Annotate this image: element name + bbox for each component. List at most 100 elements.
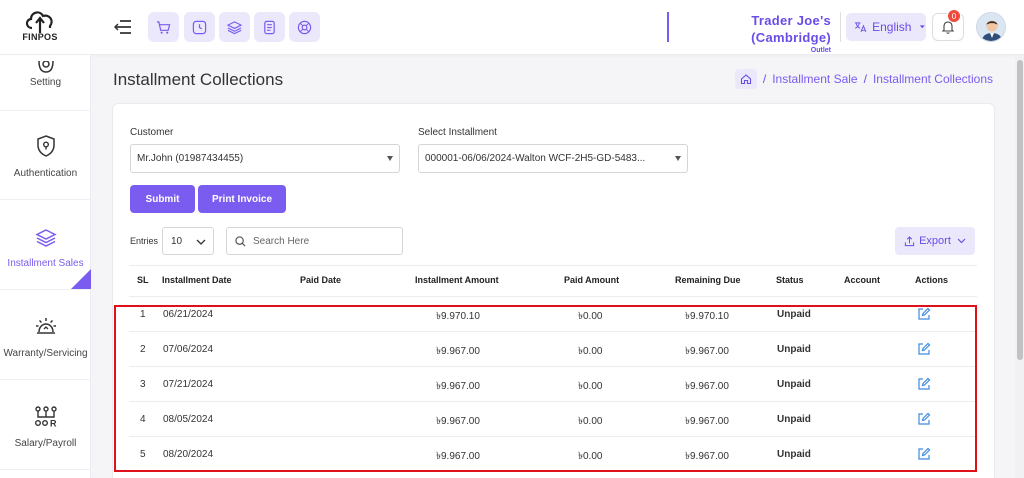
entries-label: Entries: [130, 236, 159, 246]
language-dropdown[interactable]: English: [846, 13, 926, 41]
search-icon: [235, 235, 246, 247]
installment-select[interactable]: 000001-06/06/2024-Walton WCF-2H5-GD-5483…: [418, 144, 688, 173]
translate-icon: [854, 22, 867, 33]
chevron-down-icon: [957, 238, 966, 244]
entries-select[interactable]: 10: [162, 227, 214, 255]
scrollbar-thumb[interactable]: [1017, 60, 1023, 360]
cell-remaining-due: ৳9.967.00: [685, 451, 729, 462]
cell-installment-amount: ৳9.967.00: [436, 451, 480, 462]
sidebar-label-warranty-servicing: Warranty/Servicing: [3, 348, 88, 359]
store-type: Outlet: [810, 47, 831, 54]
col-header-paid-amount: Paid Amount: [564, 275, 620, 285]
customer-label: Customer: [130, 127, 174, 138]
table-row: 4 08/05/2024 ৳9.967.00 ৳0.00 ৳9.967.00 U…: [129, 402, 977, 437]
installment-value: 000001-06/06/2024-Walton WCF-2H5-GD-5483…: [425, 153, 646, 164]
sidebar-label-installment-sales: Installment Sales: [7, 258, 84, 269]
export-label: Export: [919, 235, 951, 247]
header-divider: [840, 12, 841, 42]
caret-down-icon: [920, 25, 926, 29]
search-input[interactable]: [253, 235, 393, 247]
layers-icon: [227, 20, 242, 34]
reports-button[interactable]: [254, 12, 285, 42]
entries-value: 10: [171, 235, 183, 247]
cell-sl: 4: [140, 414, 146, 425]
cell-installment-amount: ৳9.970.10: [436, 311, 480, 322]
sidebar-item-installment-sales[interactable]: Installment Sales: [0, 201, 91, 290]
edit-icon[interactable]: [917, 447, 931, 461]
menu-collapse-button[interactable]: [113, 17, 133, 37]
table-row: 5 08/20/2024 ৳9.967.00 ৳0.00 ৳9.967.00 U…: [129, 437, 977, 472]
col-header-status: Status: [776, 275, 804, 285]
breadcrumb-home[interactable]: [734, 69, 757, 89]
sidebar-item-warranty-servicing[interactable]: Warranty/Servicing: [0, 291, 91, 380]
breadcrumb-installment-collections[interactable]: Installment Collections: [873, 72, 993, 86]
col-header-remaining-due: Remaining Due: [675, 275, 741, 285]
print-invoice-button[interactable]: Print Invoice: [198, 185, 286, 213]
user-avatar[interactable]: [976, 12, 1006, 42]
store-name: Trader Joe's (Cambridge): [751, 13, 831, 45]
cell-paid-amount: ৳0.00: [578, 381, 603, 392]
notification-badge: 0: [947, 9, 961, 23]
active-indicator: [71, 269, 91, 289]
cell-sl: 5: [140, 449, 146, 460]
export-button[interactable]: Export: [895, 227, 975, 255]
cell-remaining-due: ৳9.967.00: [685, 381, 729, 392]
edit-icon[interactable]: [917, 412, 931, 426]
avatar-icon: [977, 13, 1005, 41]
payroll-icon: R: [34, 406, 57, 429]
cell-paid-amount: ৳0.00: [578, 451, 603, 462]
shield-icon: [36, 135, 55, 157]
repair-icon: [35, 318, 56, 334]
breadcrumb-separator: /: [863, 72, 867, 86]
cell-status: Unpaid: [777, 309, 811, 320]
svg-text:R: R: [50, 419, 57, 429]
breadcrumb-separator: /: [762, 72, 767, 86]
customer-select[interactable]: Mr.John (01987434455): [130, 144, 400, 173]
top-header: FINPOS Trader Joe's (Cambridge) Outlet E…: [0, 0, 1024, 55]
table-row: 3 07/21/2024 ৳9.967.00 ৳0.00 ৳9.967.00 U…: [129, 367, 977, 402]
edit-icon[interactable]: [917, 342, 931, 356]
edit-icon[interactable]: [917, 307, 931, 321]
store-selector[interactable]: Trader Joe's (Cambridge) Outlet: [667, 12, 834, 54]
sidebar-item-setting[interactable]: Setting: [0, 21, 91, 111]
cell-paid-amount: ৳0.00: [578, 416, 603, 427]
sidebar-item-salary-payroll[interactable]: R Salary/Payroll: [0, 381, 91, 470]
cell-installment-amount: ৳9.967.00: [436, 346, 480, 357]
col-header-installment-amount: Installment Amount: [415, 275, 499, 285]
cell-installment-date: 06/21/2024: [163, 309, 214, 320]
support-button[interactable]: [289, 12, 320, 42]
language-label: English: [872, 20, 912, 34]
table-row: 2 07/06/2024 ৳9.967.00 ৳0.00 ৳9.967.00 U…: [129, 332, 977, 367]
customer-value: Mr.John (01987434455): [137, 153, 244, 164]
cell-paid-amount: ৳0.00: [578, 311, 603, 322]
chevron-down-icon: [196, 239, 206, 245]
sidebar-label-setting: Setting: [29, 77, 62, 88]
cell-remaining-due: ৳9.967.00: [685, 346, 729, 357]
cell-installment-amount: ৳9.967.00: [436, 381, 480, 392]
stock-button[interactable]: [219, 12, 250, 42]
breadcrumb: / Installment Sale / Installment Collect…: [734, 68, 993, 90]
submit-button[interactable]: Submit: [130, 185, 195, 213]
col-header-sl: SL: [137, 275, 149, 285]
cart-icon: [156, 20, 171, 34]
gear-icon: [37, 61, 54, 73]
cell-status: Unpaid: [777, 379, 811, 390]
cell-sl: 1: [140, 309, 146, 320]
cell-installment-date: 08/20/2024: [163, 449, 214, 460]
sidebar-item-authentication[interactable]: Authentication: [0, 111, 91, 200]
breadcrumb-installment-sale[interactable]: Installment Sale: [772, 72, 857, 86]
cell-remaining-due: ৳9.967.00: [685, 416, 729, 427]
cell-status: Unpaid: [777, 449, 811, 460]
pos-cart-button[interactable]: [148, 12, 179, 42]
cell-installment-date: 07/06/2024: [163, 344, 214, 355]
col-header-paid-date: Paid Date: [300, 275, 342, 285]
cell-sl: 2: [140, 344, 146, 355]
edit-icon[interactable]: [917, 377, 931, 391]
page-title: Installment Collections: [113, 70, 284, 89]
cell-installment-date: 07/21/2024: [163, 379, 214, 390]
home-icon: [740, 74, 751, 85]
cell-sl: 3: [140, 379, 146, 390]
search-box[interactable]: [226, 227, 403, 255]
support-icon: [297, 20, 312, 34]
history-button[interactable]: [184, 12, 215, 42]
